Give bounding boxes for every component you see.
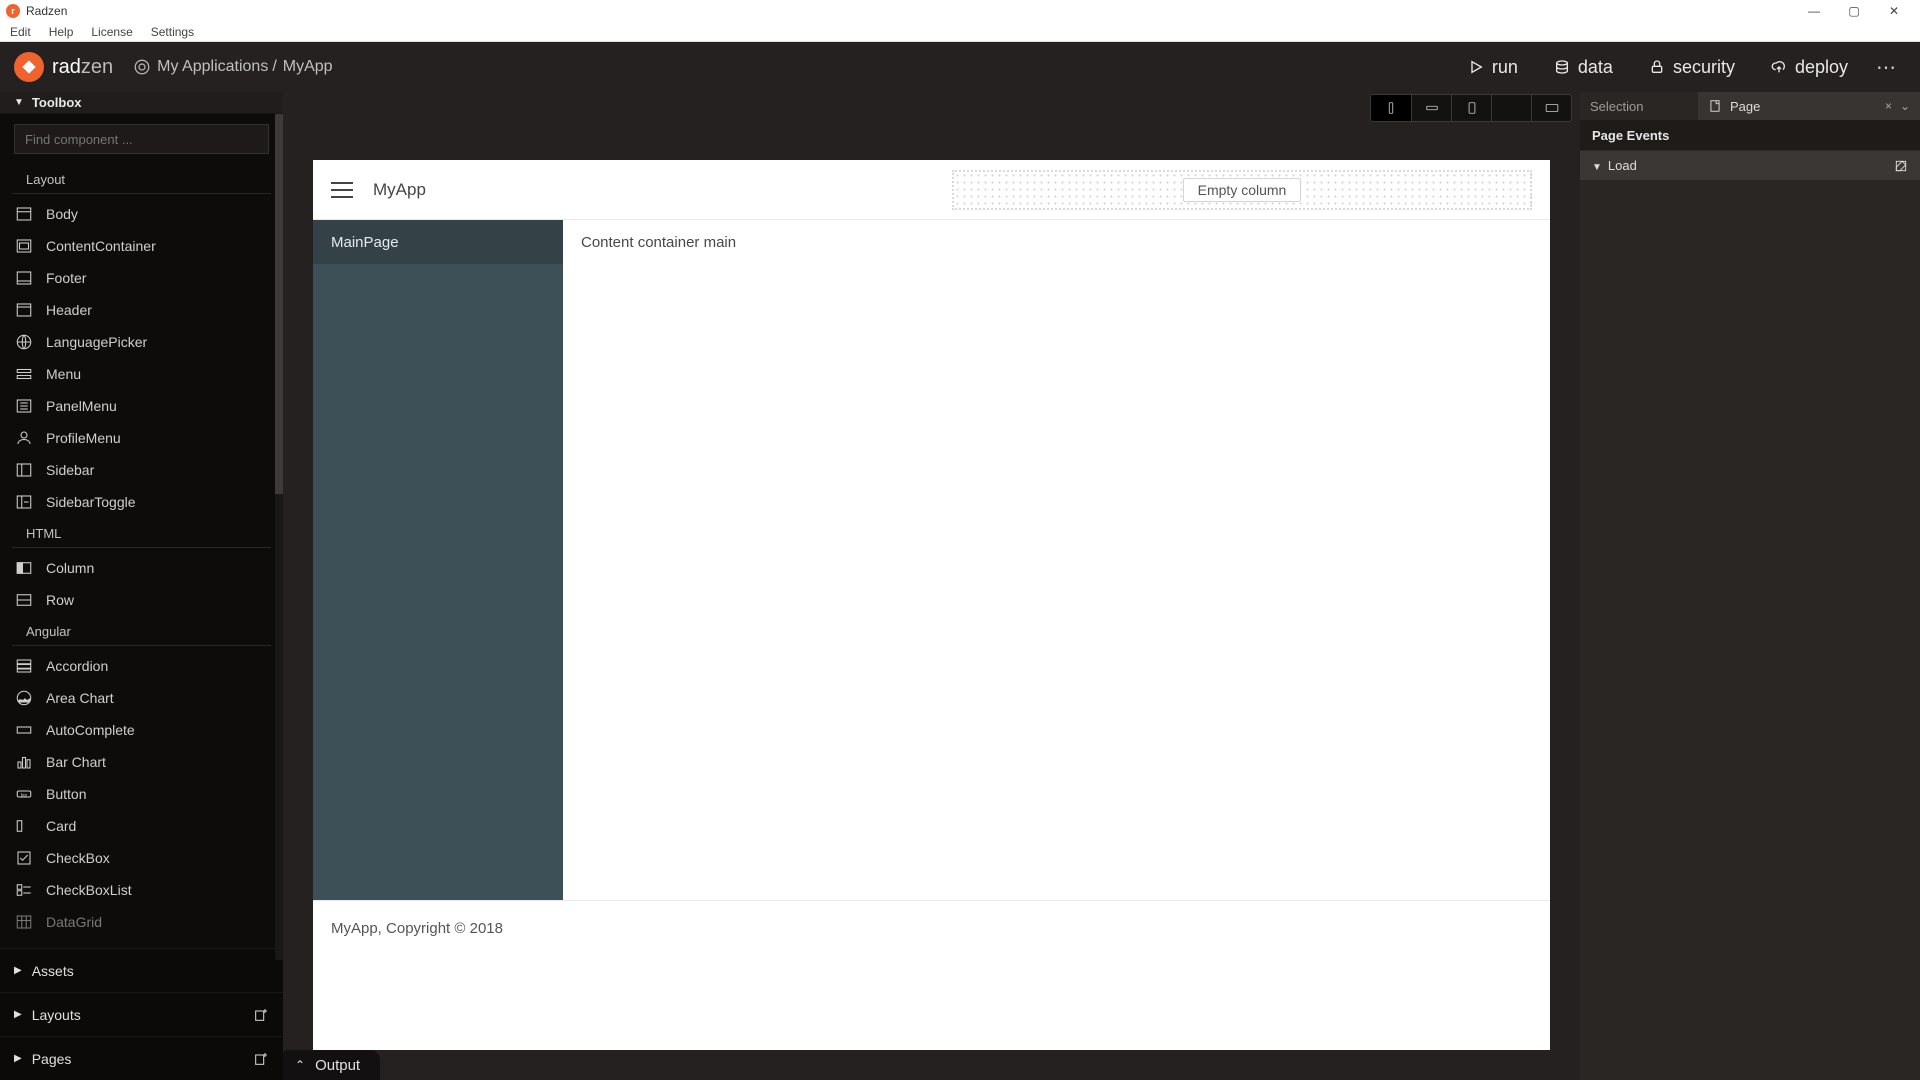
- component-body[interactable]: Body: [0, 198, 283, 230]
- security-label: security: [1673, 57, 1735, 78]
- topbar: radzen My Applications / MyApp run data …: [0, 42, 1920, 92]
- breadcrumb-sep: /: [272, 58, 276, 76]
- component-checkbox[interactable]: CheckBox: [0, 842, 283, 874]
- maximize-button[interactable]: ▢: [1834, 0, 1874, 22]
- more-button[interactable]: ⋯: [1866, 55, 1906, 80]
- run-button[interactable]: run: [1450, 57, 1536, 78]
- pages-section[interactable]: ▶Pages: [0, 1036, 283, 1080]
- sidebar-item-mainpage[interactable]: MainPage: [313, 220, 563, 264]
- search-input[interactable]: [14, 124, 269, 154]
- component-sidebar[interactable]: Sidebar: [0, 454, 283, 486]
- component-profilemenu[interactable]: ProfileMenu: [0, 422, 283, 454]
- close-button[interactable]: ✕: [1874, 0, 1914, 22]
- component-accordion[interactable]: Accordion: [0, 650, 283, 682]
- component-sidebartoggle[interactable]: SidebarToggle: [0, 486, 283, 518]
- event-load[interactable]: ▼Load: [1580, 150, 1920, 180]
- component-menu[interactable]: Menu: [0, 358, 283, 390]
- properties-panel: Selection Page × ⌄ Page Events ▼Load: [1580, 92, 1920, 1080]
- app-icon: [133, 58, 151, 76]
- device-tablet-land[interactable]: [1491, 95, 1531, 121]
- component-areachart[interactable]: Area Chart: [0, 682, 283, 714]
- new-page-icon[interactable]: [253, 1051, 269, 1067]
- group-html: HTML: [12, 518, 271, 548]
- component-barchart[interactable]: Bar Chart: [0, 746, 283, 778]
- selection-label: Selection: [1580, 92, 1698, 120]
- content-container[interactable]: Content container main: [563, 220, 1550, 900]
- app-footer[interactable]: MyApp, Copyright © 2018: [313, 900, 1550, 956]
- selection-target[interactable]: Page × ⌄: [1698, 92, 1920, 120]
- output-label: Output: [315, 1057, 360, 1074]
- design-surface: MyApp Empty column MainPage Content cont…: [283, 92, 1580, 1080]
- chevron-right-icon: ▶: [14, 1009, 22, 1020]
- component-contentcontainer[interactable]: ContentContainer: [0, 230, 283, 262]
- security-button[interactable]: security: [1631, 57, 1753, 78]
- component-footer[interactable]: Footer: [0, 262, 283, 294]
- menu-license[interactable]: License: [87, 23, 136, 41]
- app-sidebar[interactable]: MainPage: [313, 220, 563, 900]
- group-angular: Angular: [12, 616, 271, 646]
- component-header[interactable]: Header: [0, 294, 283, 326]
- device-phone-land[interactable]: [1411, 95, 1451, 121]
- breadcrumb-leaf[interactable]: MyApp: [283, 58, 333, 76]
- component-card[interactable]: <​rect x="3" y="5" width="18" height="14…: [0, 810, 283, 842]
- toolbox-title: Toolbox: [32, 95, 82, 110]
- chevron-up-icon: ⌃: [295, 1058, 305, 1072]
- menu-edit[interactable]: Edit: [6, 23, 35, 41]
- svg-text:btn: btn: [21, 792, 28, 797]
- component-autocomplete[interactable]: AutoComplete: [0, 714, 283, 746]
- deploy-label: deploy: [1795, 57, 1848, 78]
- chevron-down-icon[interactable]: ⌄: [1900, 99, 1910, 113]
- edit-event-icon[interactable]: [1894, 159, 1908, 173]
- window-title: Radzen: [26, 4, 67, 18]
- component-column[interactable]: Column: [0, 552, 283, 584]
- canvas[interactable]: MyApp Empty column MainPage Content cont…: [313, 160, 1550, 1050]
- empty-column-label: Empty column: [1183, 178, 1302, 202]
- toolbox-panel: ▼ Toolbox Layout Body ContentContainer F…: [0, 92, 283, 1080]
- data-label: data: [1578, 57, 1613, 78]
- brand-text-a: rad: [52, 56, 81, 78]
- page-icon: [1708, 99, 1722, 113]
- page-events-header: Page Events: [1580, 120, 1920, 150]
- device-switcher: [1370, 94, 1572, 122]
- selection-name: Page: [1730, 99, 1760, 114]
- empty-column-drop[interactable]: Empty column: [952, 170, 1532, 210]
- app-header[interactable]: MyApp Empty column: [313, 160, 1550, 220]
- chevron-right-icon: ▶: [14, 1053, 22, 1064]
- menubar: Edit Help License Settings: [0, 22, 1920, 42]
- component-button[interactable]: btnButton: [0, 778, 283, 810]
- device-tablet[interactable]: [1451, 95, 1491, 121]
- window-titlebar: r Radzen — ▢ ✕: [0, 0, 1920, 22]
- brand-icon: [14, 52, 44, 82]
- close-selection-icon[interactable]: ×: [1885, 99, 1892, 113]
- menu-help[interactable]: Help: [45, 23, 78, 41]
- component-languagepicker[interactable]: LanguagePicker: [0, 326, 283, 358]
- minimize-button[interactable]: —: [1794, 0, 1834, 22]
- data-button[interactable]: data: [1536, 57, 1631, 78]
- component-row[interactable]: Row: [0, 584, 283, 616]
- brand: radzen: [14, 52, 113, 82]
- app-title: MyApp: [373, 180, 426, 200]
- component-checkboxlist[interactable]: CheckBoxList: [0, 874, 283, 906]
- new-layout-icon[interactable]: [253, 1007, 269, 1023]
- run-label: run: [1492, 57, 1518, 78]
- hamburger-icon[interactable]: [331, 182, 353, 198]
- chevron-down-icon: ▼: [14, 97, 24, 108]
- chevron-down-icon: ▼: [1592, 162, 1602, 173]
- device-phone[interactable]: [1371, 95, 1411, 121]
- output-panel-tab[interactable]: ⌃ Output: [283, 1050, 380, 1080]
- component-datagrid[interactable]: DataGrid: [0, 906, 283, 938]
- chevron-right-icon: ▶: [14, 965, 22, 976]
- brand-text-b: zen: [81, 56, 113, 78]
- group-layout: Layout: [12, 164, 271, 194]
- breadcrumb-root[interactable]: My Applications: [157, 58, 268, 76]
- assets-section[interactable]: ▶Assets: [0, 948, 283, 992]
- device-desktop[interactable]: [1531, 95, 1571, 121]
- deploy-button[interactable]: deploy: [1753, 57, 1866, 78]
- toolbox-header[interactable]: ▼ Toolbox: [0, 92, 283, 114]
- layouts-section[interactable]: ▶Layouts: [0, 992, 283, 1036]
- menu-settings[interactable]: Settings: [147, 23, 198, 41]
- app-logo-icon: r: [6, 4, 20, 18]
- component-panelmenu[interactable]: PanelMenu: [0, 390, 283, 422]
- toolbox-scrollbar[interactable]: [275, 114, 283, 960]
